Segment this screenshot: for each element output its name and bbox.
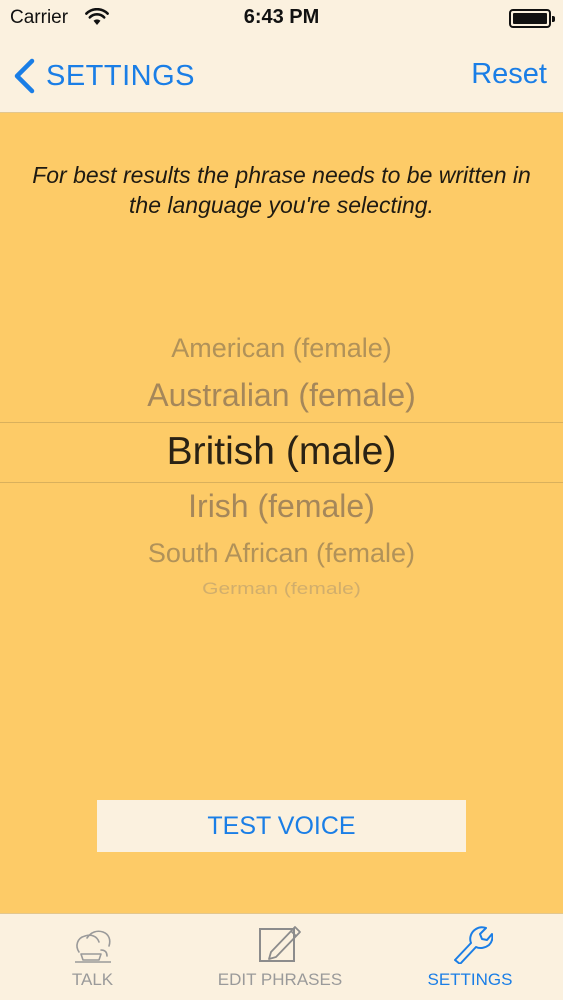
reset-button[interactable]: Reset (471, 58, 547, 91)
back-button[interactable]: SETTINGS (12, 56, 195, 96)
tab-talk-label: TALK (71, 970, 114, 989)
picker-option[interactable]: Australian (female) (0, 377, 563, 414)
picker-option[interactable]: South African (female) (0, 538, 563, 569)
tab-bar: TALK EDIT PHRASES SETTINGS (0, 913, 563, 1000)
back-button-label: SETTINGS (46, 59, 196, 92)
tab-settings[interactable]: SETTINGS (405, 914, 535, 1000)
tab-settings-label: SETTINGS (427, 970, 513, 989)
tab-edit-phrases-label: EDIT PHRASES (217, 970, 343, 989)
status-bar: Carrier 6:43 PM (0, 0, 563, 38)
tab-talk[interactable]: TALK (30, 914, 155, 1000)
picker-option[interactable]: German (female) (0, 579, 563, 598)
voice-picker[interactable]: American (female) Australian (female) Br… (0, 325, 563, 610)
navigation-bar: SETTINGS Reset (0, 38, 563, 113)
picker-option[interactable]: Irish (female) (0, 488, 563, 525)
picker-option-selected[interactable]: British (male) (0, 430, 563, 474)
test-voice-button[interactable]: TEST VOICE (97, 800, 466, 852)
wrench-icon (454, 926, 493, 964)
talk-icon (74, 930, 111, 963)
tab-edit-phrases[interactable]: EDIT PHRASES (195, 914, 365, 1000)
top-bar: Carrier 6:43 PM SETTINGS Reset (0, 0, 563, 113)
chevron-left-icon (14, 58, 35, 94)
picker-option[interactable]: American (female) (0, 333, 563, 364)
clock: 6:43 PM (243, 6, 320, 28)
instruction-text: For best results the phrase needs to be … (32, 162, 531, 218)
battery-icon (509, 9, 555, 28)
edit-phrases-icon (259, 926, 301, 962)
